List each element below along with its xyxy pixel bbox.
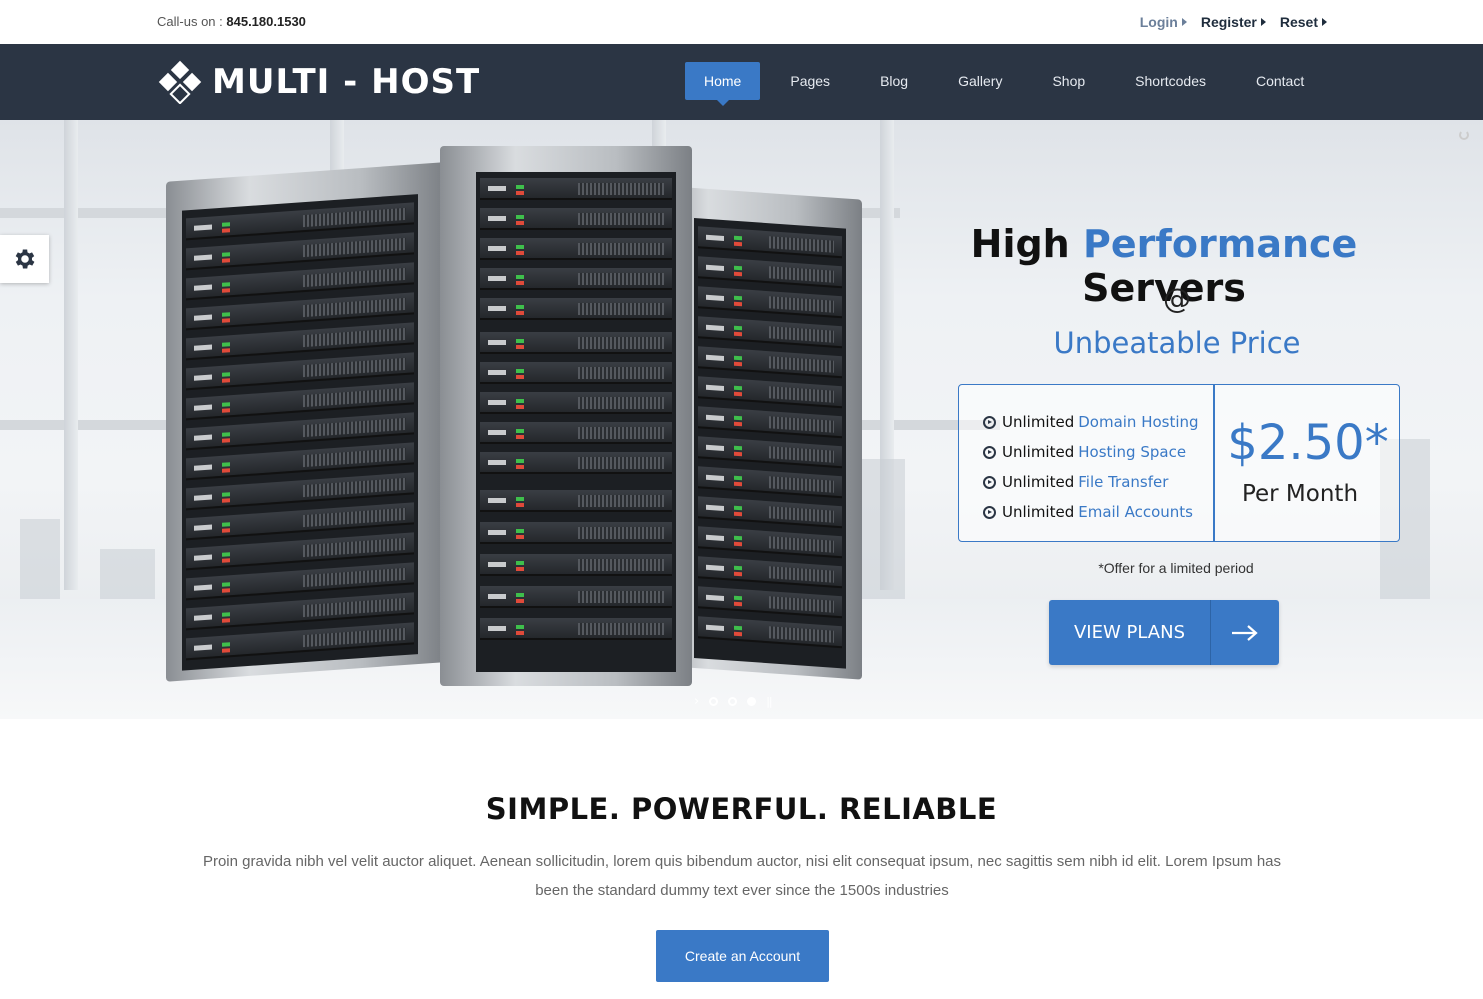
main-navbar: MULTI - HOST Home Pages Blog Gallery Sho… bbox=[0, 44, 1483, 120]
call-us-text: Call-us on : 845.180.1530 bbox=[157, 14, 306, 29]
reset-label: Reset bbox=[1279, 14, 1318, 30]
slider-dot-3[interactable] bbox=[747, 697, 757, 706]
nav-item-pages[interactable]: Pages bbox=[760, 62, 855, 100]
hero-title-highlight: Performance bbox=[1082, 222, 1358, 266]
offer-note: *Offer for a limited period bbox=[1098, 560, 1254, 576]
hero-at-symbol: @ bbox=[1163, 282, 1191, 315]
feature-item: Unlimited Domain Hosting bbox=[983, 407, 1199, 437]
slider-pagination: › || bbox=[694, 694, 773, 709]
top-bar: Call-us on : 845.180.1530 Login Register… bbox=[0, 0, 1483, 44]
nav-item-gallery[interactable]: Gallery bbox=[933, 62, 1027, 100]
feature-highlight: Domain Hosting bbox=[1078, 413, 1199, 431]
circle-chevron-right-icon bbox=[983, 475, 996, 489]
circle-chevron-right-icon bbox=[983, 445, 996, 459]
feature-prefix: Unlimited bbox=[1002, 413, 1075, 431]
register-label: Register bbox=[1200, 14, 1257, 30]
feature-item: Unlimited File Transfer bbox=[983, 467, 1199, 497]
server-rack-left bbox=[166, 162, 444, 682]
brand-name: MULTI - HOST bbox=[212, 62, 481, 102]
nav-item-shop[interactable]: Shop bbox=[1027, 62, 1110, 100]
server-rack-face bbox=[182, 194, 418, 671]
caret-right-icon bbox=[1322, 18, 1327, 26]
phone-number: 845.180.1530 bbox=[226, 14, 306, 29]
nav-item-blog[interactable]: Blog bbox=[855, 62, 933, 100]
account-links: Login Register Reset bbox=[1140, 14, 1327, 30]
login-label: Login bbox=[1139, 14, 1178, 30]
window-frame-vertical bbox=[64, 120, 78, 590]
view-plans-label: VIEW PLANS bbox=[1073, 622, 1185, 643]
nav-item-contact[interactable]: Contact bbox=[1231, 62, 1329, 100]
feature-prefix: Unlimited bbox=[1002, 473, 1075, 491]
reset-link[interactable]: Reset bbox=[1280, 14, 1327, 30]
pause-icon[interactable]: || bbox=[766, 695, 773, 708]
nav-item-shortcodes[interactable]: Shortcodes bbox=[1110, 62, 1231, 100]
settings-toggle-button[interactable] bbox=[0, 235, 49, 283]
loading-spinner-icon bbox=[1459, 130, 1469, 140]
plan-price: $2.50* bbox=[1227, 415, 1389, 471]
feature-highlight: Email Accounts bbox=[1078, 503, 1193, 521]
register-link[interactable]: Register bbox=[1201, 14, 1266, 30]
feature-highlight: File Transfer bbox=[1078, 473, 1169, 491]
feature-prefix: Unlimited bbox=[1002, 503, 1075, 521]
diamond-logo-icon bbox=[158, 60, 202, 104]
create-account-button[interactable]: Create an Account bbox=[656, 930, 829, 982]
view-plans-button[interactable]: VIEW PLANS bbox=[1049, 600, 1279, 665]
main-menu: Home Pages Blog Gallery Shop Shortcodes … bbox=[685, 62, 1329, 106]
feature-prefix: Unlimited bbox=[1002, 443, 1075, 461]
brand-logo[interactable]: MULTI - HOST bbox=[158, 60, 480, 104]
caret-right-icon bbox=[1181, 18, 1187, 26]
circle-chevron-right-icon bbox=[983, 505, 996, 519]
section-title: SIMPLE. POWERFUL. RELIABLE bbox=[485, 792, 998, 826]
feature-item: Unlimited Email Accounts bbox=[983, 497, 1199, 527]
plan-features-box: Unlimited Domain Hosting Unlimited Hosting… bbox=[958, 384, 1400, 542]
hero-title-part1: High bbox=[970, 222, 1070, 266]
server-rack-face bbox=[694, 217, 846, 669]
server-rack-center bbox=[440, 146, 692, 686]
chevron-right-icon[interactable]: › bbox=[694, 694, 699, 709]
call-us-label: Call-us on : bbox=[157, 14, 223, 29]
slider-dot-2[interactable] bbox=[728, 697, 738, 706]
arrow-right-icon bbox=[1210, 600, 1279, 665]
plan-period: Per Month bbox=[1241, 481, 1359, 507]
feature-highlight: Hosting Space bbox=[1078, 443, 1187, 461]
feature-list: Unlimited Domain Hosting Unlimited Hosting… bbox=[983, 407, 1199, 527]
section-description: Proin gravida nibh vel velit auctor aliq… bbox=[202, 853, 1282, 899]
server-rack-face bbox=[476, 172, 676, 672]
hero-subtitle: Unbeatable Price bbox=[1053, 326, 1301, 360]
feature-item: Unlimited Hosting Space bbox=[983, 437, 1199, 467]
circle-chevron-right-icon bbox=[983, 415, 996, 429]
gear-icon bbox=[15, 249, 34, 269]
slider-dot-1[interactable] bbox=[709, 697, 719, 706]
caret-right-icon bbox=[1260, 18, 1266, 26]
login-link[interactable]: Login bbox=[1140, 14, 1187, 30]
nav-item-home[interactable]: Home bbox=[685, 62, 761, 106]
